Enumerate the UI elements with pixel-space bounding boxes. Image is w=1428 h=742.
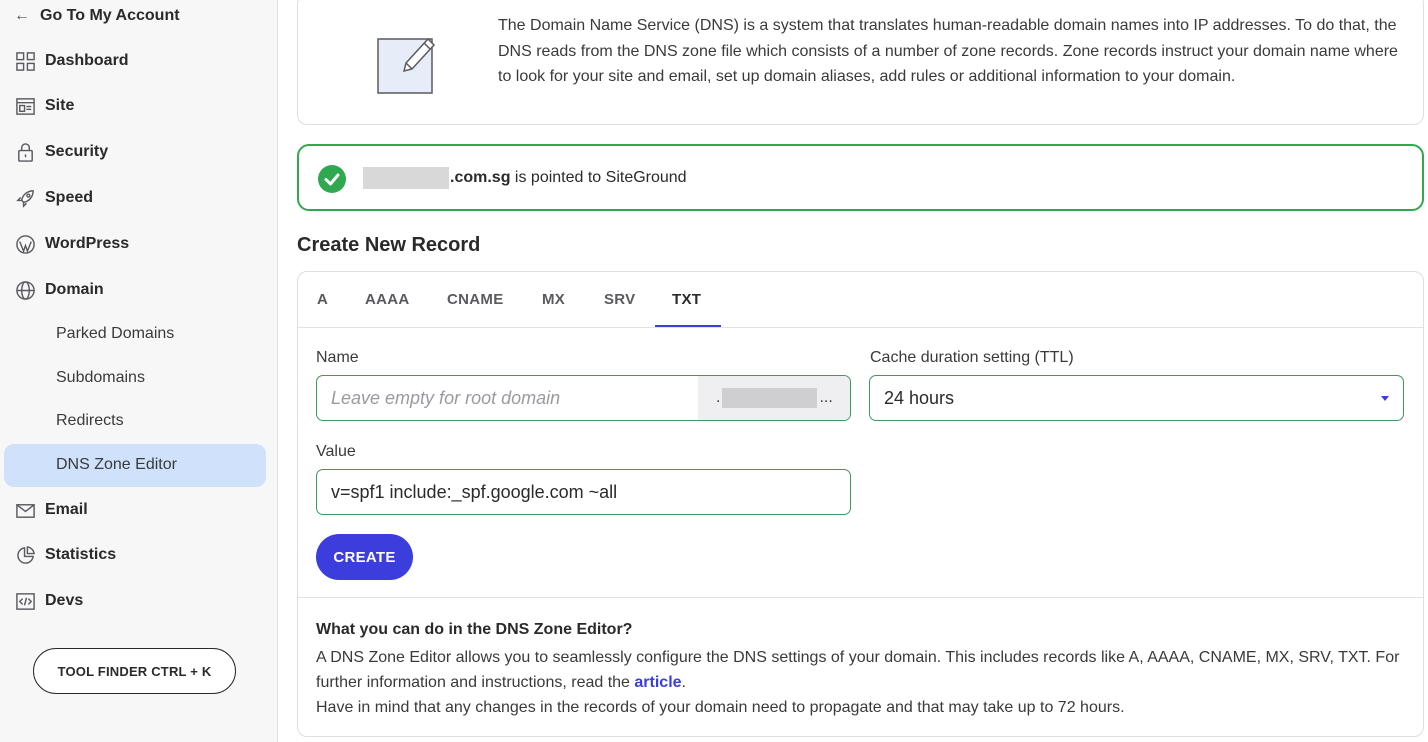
help-line1-end: . [681,674,686,691]
article-link[interactable]: article [634,674,681,691]
sidebar-subitem-dns-zone-editor[interactable]: DNS Zone Editor [56,454,177,476]
tool-finder-button[interactable]: TOOL FINDER CTRL + K [33,648,236,694]
active-tab-indicator [655,325,721,327]
name-placeholder: Leave empty for root domain [331,387,561,408]
sidebar-item-label: Devs [45,592,84,609]
go-to-account-link[interactable]: ← Go To My Account [14,5,180,27]
value-label: Value [316,443,356,460]
tab-txt[interactable]: TXT [672,291,701,308]
sidebar-item-label: Email [45,501,88,518]
check-circle-icon [318,165,346,193]
tab-aaaa[interactable]: AAAA [365,291,410,308]
ttl-value: 24 hours [884,387,955,408]
chevron-down-icon [1381,395,1389,401]
mail-icon [14,499,36,521]
sidebar-item-security[interactable]: Security [14,139,108,165]
sidebar-item-label: Domain [45,281,104,298]
globe-icon [14,279,36,301]
code-icon [14,590,36,612]
help-title: What you can do in the DNS Zone Editor? [316,621,633,638]
suffix-dot: . [716,389,721,406]
create-record-card: A AAAA CNAME MX SRV TXT Name Leave empty… [297,271,1424,737]
sidebar: ← Go To My Account Dashboard Site Securi… [0,0,278,742]
ttl-label: Cache duration setting (TTL) [870,349,1074,366]
wordpress-icon [14,233,36,255]
create-button[interactable]: CREATE [316,534,413,580]
suffix-ellipsis: ... [819,389,833,406]
value-field[interactable]: v=spf1 include:_spf.google.com ~all [316,469,851,515]
sidebar-subitem-redirects[interactable]: Redirects [56,410,124,432]
sidebar-item-label: WordPress [45,235,130,252]
sidebar-item-label: Speed [45,189,94,206]
help-text: A DNS Zone Editor allows you to seamless… [316,645,1406,720]
sidebar-subitem-parked-domains[interactable]: Parked Domains [56,323,174,345]
app-root: ← Go To My Account Dashboard Site Securi… [0,0,1428,742]
domain-suffix: .com.sg [450,169,511,186]
section-title: Create New Record [297,234,481,256]
sidebar-item-statistics[interactable]: Statistics [14,542,116,568]
redacted-domain [722,388,818,408]
help-line2: Have in mind that any changes in the rec… [316,699,1125,716]
edit-note-icon [376,33,438,95]
domain-status-card: .com.sg is pointed to SiteGround [297,144,1424,211]
arrow-left-icon: ← [14,7,30,24]
status-message: is pointed to SiteGround [510,169,687,186]
value-text: v=spf1 include:_spf.google.com ~all [331,481,618,502]
sidebar-item-wordpress[interactable]: WordPress [14,231,129,257]
sidebar-item-label: Security [45,143,109,160]
site-icon [14,95,36,117]
dns-info-card: The Domain Name Service (DNS) is a syste… [297,0,1424,125]
help-line1: A DNS Zone Editor allows you to seamless… [316,649,1400,691]
sidebar-subitem-subdomains[interactable]: Subdomains [56,367,145,389]
pie-chart-icon [14,544,36,566]
sidebar-item-site[interactable]: Site [14,93,74,119]
sidebar-item-domain[interactable]: Domain [14,277,104,303]
sidebar-item-speed[interactable]: Speed [14,185,93,211]
dashboard-icon [14,50,36,72]
tab-cname[interactable]: CNAME [447,291,504,308]
record-type-tabs: A AAAA CNAME MX SRV TXT [298,272,1423,328]
name-label: Name [316,349,359,366]
ttl-select[interactable]: 24 hours [869,375,1404,421]
name-field[interactable]: Leave empty for root domain . ... [316,375,851,421]
help-box: What you can do in the DNS Zone Editor? … [298,597,1423,737]
sidebar-item-dashboard[interactable]: Dashboard [14,48,129,74]
lock-icon [14,141,36,163]
rocket-icon [14,187,36,209]
sidebar-item-label: Dashboard [45,52,129,69]
sidebar-item-label: Statistics [45,546,117,563]
tab-a[interactable]: A [317,291,328,308]
sidebar-item-email[interactable]: Email [14,497,88,523]
dns-info-text: The Domain Name Service (DNS) is a syste… [498,17,1398,85]
tab-srv[interactable]: SRV [604,291,635,308]
name-domain-suffix: . ... [698,376,850,420]
domain-status-text: .com.sg is pointed to SiteGround [363,167,687,189]
go-to-account-label: Go To My Account [40,7,180,24]
sidebar-item-devs[interactable]: Devs [14,588,83,614]
sidebar-item-label: Site [45,97,75,114]
tab-mx[interactable]: MX [542,291,565,308]
redacted-domain [363,167,449,189]
